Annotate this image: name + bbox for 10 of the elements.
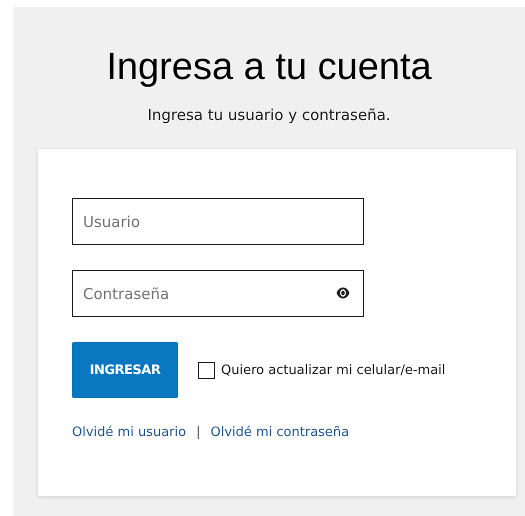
page-subtitle: Ingresa tu usuario y contraseña.	[146, 105, 392, 125]
forgot-link[interactable]: Olvidé mi contraseña	[210, 425, 350, 440]
login-button[interactable]: INGRESAR	[72, 342, 178, 398]
page-title: Ingresa a tu cuenta	[105, 45, 433, 89]
checkbox-label: Quiero actualizar mi celular/e-mail	[221, 362, 446, 378]
forgot-link[interactable]: Olvidé mi usuario	[72, 425, 186, 440]
checkbox[interactable]	[198, 362, 215, 378]
separator: |	[196, 425, 200, 440]
username-field[interactable]: Usuario	[72, 198, 364, 245]
password-field[interactable]: Contraseña	[72, 270, 364, 317]
